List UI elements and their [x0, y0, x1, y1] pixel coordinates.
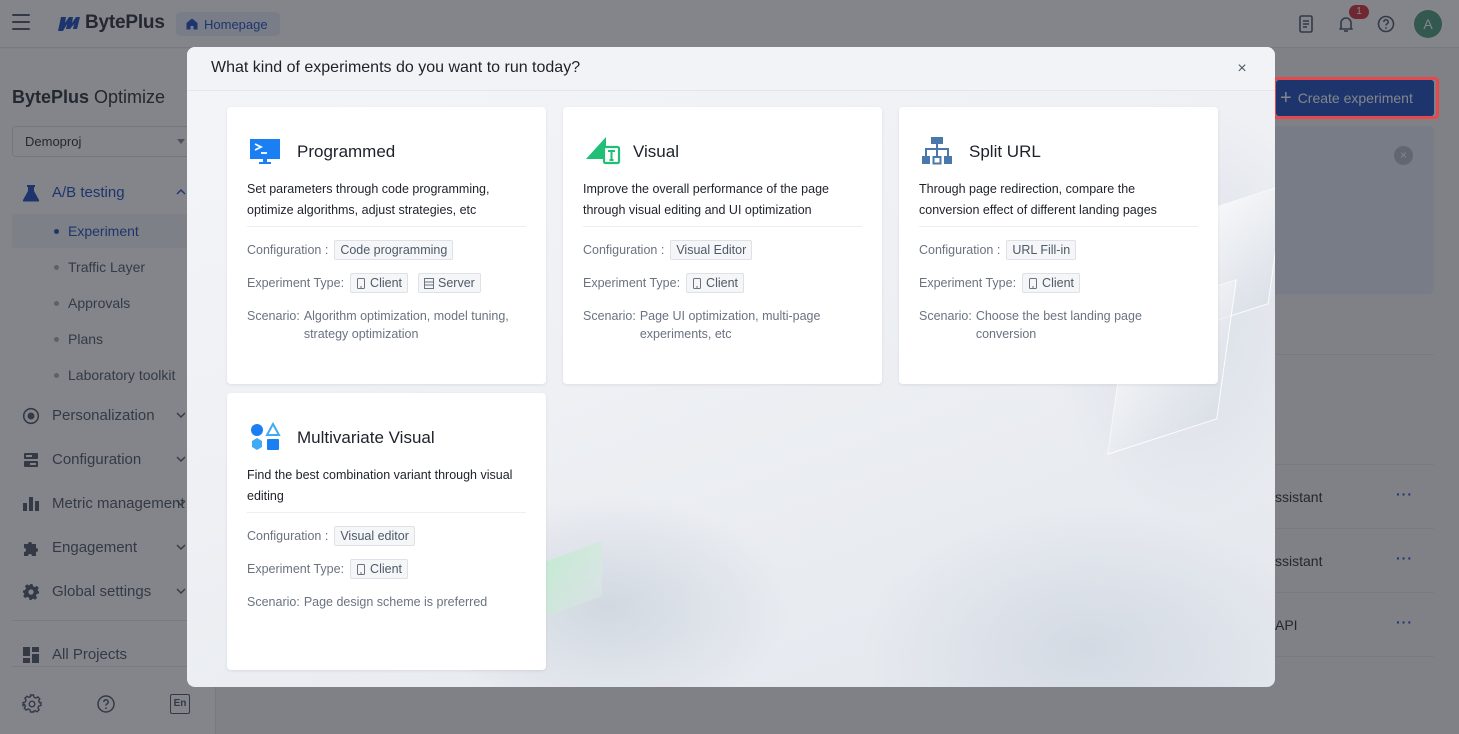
experiment-card-visual[interactable]: Visual Improve the overall performance o… — [563, 107, 882, 384]
scenario-text: Algorithm optimization, model tuning, st… — [303, 309, 509, 341]
background-decoration — [542, 541, 602, 618]
shapes-icon — [251, 421, 281, 450]
scenario-row: Scenario: Page UI optimization, multi-pa… — [583, 307, 868, 343]
card-title: Split URL — [969, 142, 1041, 161]
mobile-icon — [1029, 277, 1038, 289]
configuration-row: Configuration : URL Fill-in — [919, 240, 1077, 260]
scenario-text: Page design scheme is preferred — [303, 595, 488, 609]
experiment-card-programmed[interactable]: Programmed Set parameters through code p… — [227, 107, 546, 384]
divider — [247, 512, 526, 513]
card-title: Programmed — [297, 142, 396, 161]
experiment-type-row: Experiment Type: Client Server — [247, 273, 481, 293]
mobile-icon — [357, 563, 366, 575]
scenario-text: Choose the best landing page conversion — [975, 309, 1142, 341]
modal-title: What kind of experiments do you want to … — [211, 59, 581, 76]
close-icon[interactable]: × — [1233, 60, 1251, 78]
divider — [247, 226, 526, 227]
scenario-row: Scenario: Page design scheme is preferre… — [247, 595, 488, 609]
experiment-type-row: Experiment Type: Client — [919, 273, 1081, 293]
card-title: Visual — [633, 142, 679, 161]
mobile-icon — [693, 277, 702, 289]
divider — [583, 226, 862, 227]
highlight-frame — [1273, 77, 1439, 119]
type-tag-client: Client — [350, 273, 409, 293]
card-description: Find the best combination variant throug… — [247, 468, 513, 503]
configuration-row: Configuration : Visual Editor — [583, 240, 753, 260]
card-title: Multivariate Visual — [297, 428, 435, 447]
type-tag-client: Client — [350, 559, 409, 579]
configuration-tag: Code programming — [334, 240, 454, 260]
scenario-row: Scenario: Choose the best landing page c… — [919, 307, 1204, 343]
card-description: Set parameters through code programming,… — [247, 182, 490, 217]
configuration-row: Configuration : Visual editor — [247, 526, 415, 546]
configuration-row: Configuration : Code programming — [247, 240, 454, 260]
terminal-monitor-icon — [250, 139, 280, 164]
experiment-type-modal: What kind of experiments do you want to … — [187, 47, 1275, 687]
modal-header: What kind of experiments do you want to … — [187, 47, 1275, 91]
experiment-type-row: Experiment Type: Client — [247, 559, 409, 579]
card-description: Through page redirection, compare the co… — [919, 182, 1157, 217]
experiment-card-multivariate-visual[interactable]: Multivariate Visual Find the best combin… — [227, 393, 546, 670]
visual-editor-icon — [586, 137, 621, 165]
configuration-tag: URL Fill-in — [1006, 240, 1077, 260]
type-tag-server: Server — [418, 273, 481, 293]
server-icon — [424, 277, 435, 289]
card-description: Improve the overall performance of the p… — [583, 182, 829, 217]
experiment-card-split-url[interactable]: Split URL Through page redirection, comp… — [899, 107, 1218, 384]
scenario-row: Scenario: Algorithm optimization, model … — [247, 307, 532, 343]
configuration-tag: Visual editor — [334, 526, 415, 546]
configuration-tag: Visual Editor — [670, 240, 753, 260]
experiment-type-row: Experiment Type: Client — [583, 273, 745, 293]
sitemap-icon — [922, 137, 952, 165]
divider — [919, 226, 1198, 227]
type-tag-client: Client — [686, 273, 745, 293]
type-tag-client: Client — [1022, 273, 1081, 293]
scenario-text: Page UI optimization, multi-page experim… — [639, 309, 821, 341]
mobile-icon — [357, 277, 366, 289]
